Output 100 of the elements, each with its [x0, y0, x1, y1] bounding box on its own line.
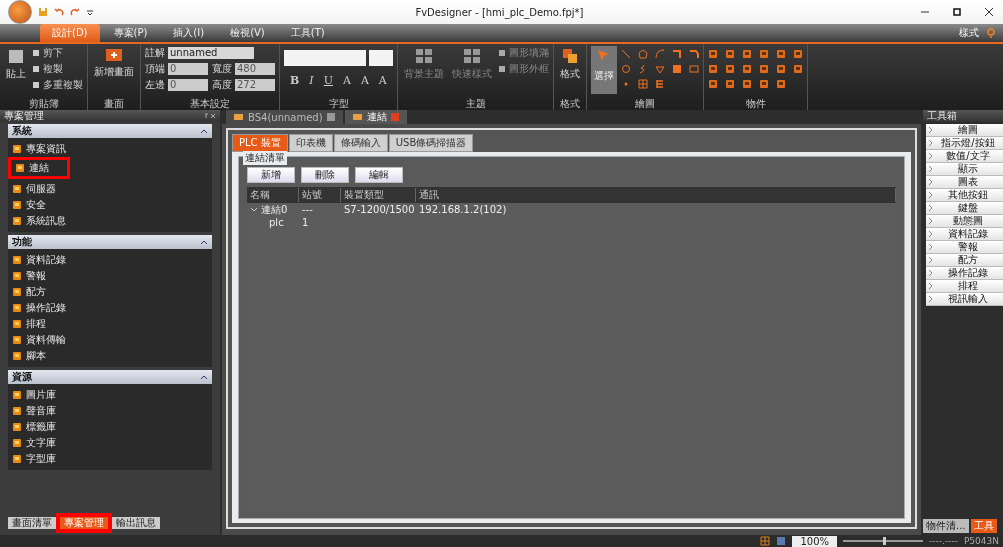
- device-tab[interactable]: USB條碼掃描器: [388, 134, 474, 152]
- toolbox-category[interactable]: 鍵盤: [926, 202, 1003, 215]
- device-tab[interactable]: 印表機: [288, 134, 333, 152]
- device-tab[interactable]: PLC 裝置: [232, 134, 288, 152]
- save-icon[interactable]: [38, 7, 48, 17]
- sidebar-item[interactable]: 資料傳輸: [8, 332, 212, 348]
- widget-icon[interactable]: [776, 49, 786, 59]
- number-field[interactable]: 272: [235, 79, 275, 91]
- number-field[interactable]: 0: [168, 79, 208, 91]
- format-button[interactable]: A: [342, 74, 351, 87]
- widget-icon[interactable]: [776, 79, 786, 89]
- theme-button[interactable]: 背景主題: [402, 46, 446, 83]
- sidebar-item[interactable]: 資料記錄: [8, 252, 212, 268]
- restore-icon[interactable]: [951, 6, 963, 18]
- format-button[interactable]: A: [378, 74, 387, 87]
- ribbon-button[interactable]: 複製: [32, 62, 83, 76]
- toolbox-category[interactable]: 指示燈/按鈕: [926, 137, 1003, 150]
- format-button[interactable]: I: [309, 74, 314, 87]
- widget-icon[interactable]: [725, 64, 735, 74]
- toolbox-category[interactable]: 視訊輸入: [926, 293, 1003, 306]
- widget-icon[interactable]: [742, 49, 752, 59]
- widget-icon[interactable]: [742, 79, 752, 89]
- select-button[interactable]: 選擇: [591, 46, 617, 94]
- toolbox-category[interactable]: 資料記錄: [926, 228, 1003, 241]
- theme-button[interactable]: 快速樣式: [450, 46, 494, 83]
- widget-icon[interactable]: [759, 79, 769, 89]
- rect-icon[interactable]: [689, 64, 699, 74]
- sidebar-item[interactable]: 系統訊息: [8, 213, 212, 229]
- menu-tab[interactable]: 檢視(V): [218, 24, 277, 42]
- widget-icon[interactable]: [708, 49, 718, 59]
- line-icon[interactable]: [621, 49, 631, 59]
- section-header[interactable]: 系統: [8, 124, 212, 138]
- number-field[interactable]: 0: [168, 63, 208, 75]
- wave-icon[interactable]: [638, 64, 648, 74]
- new-screen-button[interactable]: 新增畫面: [92, 46, 136, 81]
- format-button[interactable]: U: [323, 74, 333, 87]
- widget-icon[interactable]: [776, 64, 786, 74]
- style-menu[interactable]: 樣式: [959, 26, 979, 40]
- toolbox-category[interactable]: 繪圖: [926, 124, 1003, 137]
- toolbox-category[interactable]: 動態圖: [926, 215, 1003, 228]
- device-tab[interactable]: 條碼輸入: [333, 134, 388, 152]
- sidebar-item[interactable]: 排程: [8, 316, 212, 332]
- widget-icon[interactable]: [793, 49, 803, 59]
- number-field[interactable]: 480: [235, 63, 275, 75]
- widget-icon[interactable]: [708, 64, 718, 74]
- undo-icon[interactable]: [54, 7, 64, 17]
- sidebar-item[interactable]: 配方: [8, 284, 212, 300]
- toolbox-category[interactable]: 其他按鈕: [926, 189, 1003, 202]
- redo-icon[interactable]: [70, 7, 80, 17]
- format-button[interactable]: A: [360, 74, 369, 87]
- toolbox-category[interactable]: 警報: [926, 241, 1003, 254]
- panel-tab[interactable]: 輸出訊息: [112, 517, 160, 529]
- sidebar-item[interactable]: 圖片庫: [8, 387, 212, 403]
- ribbon-button[interactable]: 圖形外框: [498, 62, 549, 76]
- widget-icon[interactable]: [725, 49, 735, 59]
- ribbon-button[interactable]: 圖形填滿: [498, 46, 549, 60]
- expand-icon[interactable]: [250, 206, 258, 213]
- sidebar-item[interactable]: 警報: [8, 268, 212, 284]
- toolbox-category[interactable]: 排程: [926, 280, 1003, 293]
- widget-icon[interactable]: [759, 49, 769, 59]
- panel-tab[interactable]: 畫面清單: [8, 517, 56, 529]
- widget-icon[interactable]: [708, 79, 718, 89]
- document-tab[interactable]: 連結: [344, 110, 407, 124]
- sidebar-item[interactable]: 安全: [8, 197, 212, 213]
- pentagon-icon[interactable]: [638, 49, 648, 59]
- sidebar-item[interactable]: 連結: [11, 160, 67, 176]
- table-icon[interactable]: [638, 79, 648, 89]
- arc-icon[interactable]: [655, 49, 665, 59]
- sidebar-item[interactable]: 字型庫: [8, 451, 212, 467]
- close-icon[interactable]: [983, 6, 995, 18]
- format-button[interactable]: B: [290, 74, 300, 87]
- sidebar-item[interactable]: 專案資訊: [8, 141, 212, 157]
- panel-tab[interactable]: 物件清...: [923, 519, 969, 533]
- chevron-icon[interactable]: [200, 239, 208, 245]
- menu-tab[interactable]: 插入(I): [161, 24, 217, 42]
- note-field[interactable]: unnamed: [168, 47, 254, 59]
- widget-icon[interactable]: [725, 79, 735, 89]
- chevron-icon[interactable]: [200, 128, 208, 134]
- ribbon-button[interactable]: 多重複製: [32, 78, 83, 92]
- sidebar-item[interactable]: 操作記錄: [8, 300, 212, 316]
- sidebar-item[interactable]: 聲音庫: [8, 403, 212, 419]
- toolbox-category[interactable]: 顯示: [926, 163, 1003, 176]
- chevron-icon[interactable]: [200, 374, 208, 380]
- widget-icon[interactable]: [759, 64, 769, 74]
- zoom-slider-thumb[interactable]: [883, 537, 887, 545]
- widget-icon[interactable]: [742, 64, 752, 74]
- bars-icon[interactable]: [655, 79, 665, 89]
- toolbox-category[interactable]: 操作記錄: [926, 267, 1003, 280]
- dropdown-icon[interactable]: [86, 7, 94, 17]
- format-style-button[interactable]: 格式: [558, 46, 582, 83]
- sidebar-item[interactable]: 腳本: [8, 348, 212, 364]
- menu-tab[interactable]: 工具(T): [278, 24, 337, 42]
- circle-icon[interactable]: [621, 64, 631, 74]
- section-header[interactable]: 功能: [8, 235, 212, 249]
- zoom-dropdown[interactable]: 100%: [792, 535, 838, 547]
- widget-icon[interactable]: [793, 64, 803, 74]
- app-logo-icon[interactable]: [8, 0, 32, 24]
- sidebar-item[interactable]: 標籤庫: [8, 419, 212, 435]
- sidebar-item[interactable]: 伺服器: [8, 181, 212, 197]
- action-button[interactable]: 新增: [247, 167, 295, 183]
